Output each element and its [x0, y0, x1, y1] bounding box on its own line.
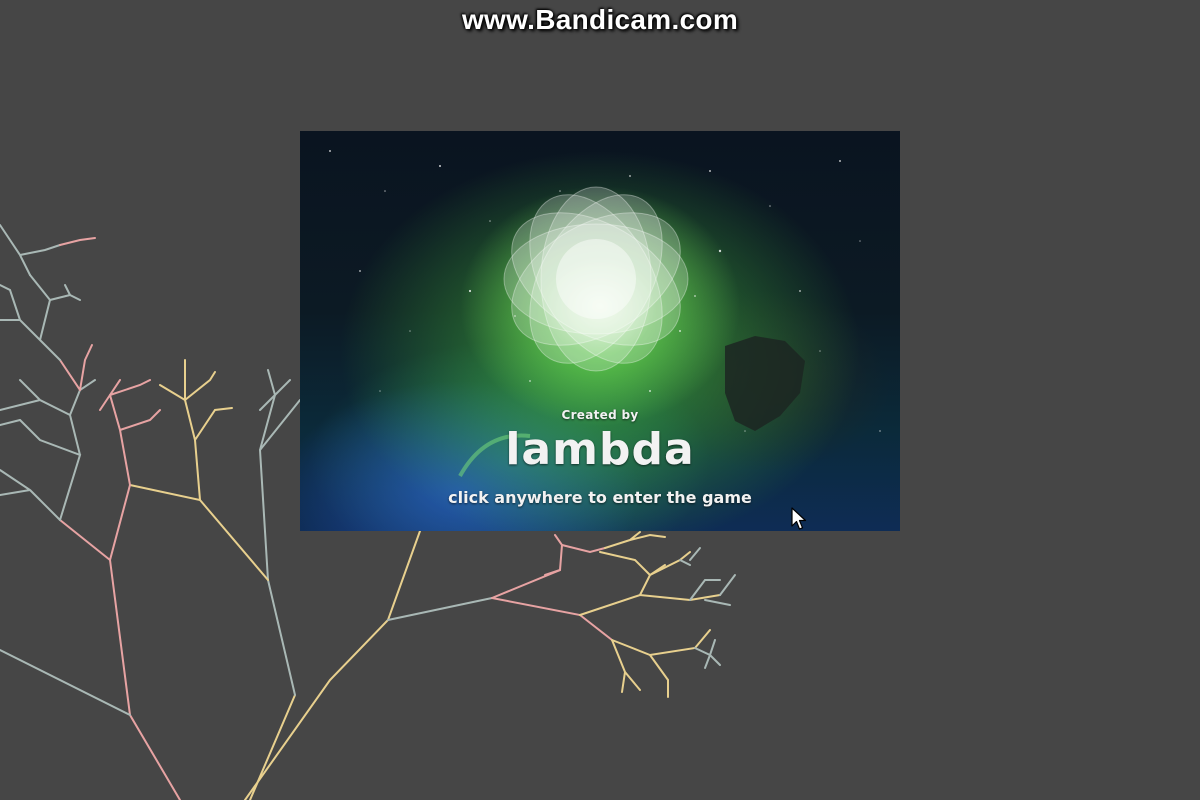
created-by-label: Created by — [561, 408, 639, 422]
enter-game-prompt[interactable]: click anywhere to enter the game — [300, 488, 900, 507]
fractal-tree-right — [244, 530, 736, 800]
fractal-tree-left — [0, 224, 301, 800]
flower-of-life-icon — [503, 186, 689, 372]
author-name: lambda — [505, 424, 695, 475]
arrow-pointer-icon — [791, 507, 807, 530]
splash-screen[interactable]: Created by lambda click anywhere to ente… — [300, 131, 900, 531]
